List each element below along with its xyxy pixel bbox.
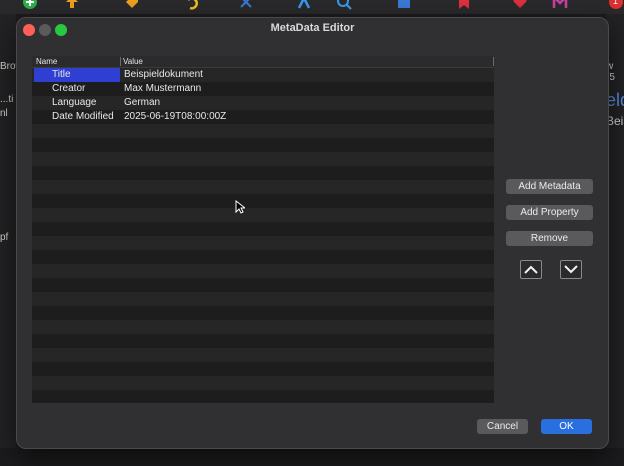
table-row bbox=[32, 236, 494, 250]
table-row bbox=[32, 278, 494, 292]
add-property-button[interactable]: Add Property bbox=[506, 205, 593, 220]
table-row bbox=[32, 390, 494, 403]
lambda-icon bbox=[296, 0, 312, 10]
table-row bbox=[32, 334, 494, 348]
table-row bbox=[32, 222, 494, 236]
table-row bbox=[32, 166, 494, 180]
cell-name[interactable]: Language bbox=[52, 96, 97, 110]
table-row bbox=[32, 194, 494, 208]
column-divider bbox=[493, 57, 494, 66]
table-row[interactable]: Title Beispieldokument bbox=[32, 68, 494, 82]
cell-name[interactable]: Creator bbox=[52, 82, 85, 96]
column-divider[interactable] bbox=[120, 57, 121, 66]
notification-badge: 1 bbox=[608, 0, 624, 10]
metadata-table[interactable]: Name Value Title Beispieldokument Creator M… bbox=[32, 56, 494, 403]
left-text: ...ti bbox=[0, 94, 14, 105]
chevron-up-icon bbox=[524, 265, 538, 274]
table-body: Title Beispieldokument Creator Max Musterma… bbox=[32, 68, 494, 403]
table-row bbox=[32, 152, 494, 166]
column-header-value[interactable]: Value bbox=[123, 56, 143, 67]
heart-icon bbox=[512, 0, 528, 10]
remove-button[interactable]: Remove bbox=[506, 231, 593, 246]
cell-value[interactable]: German bbox=[124, 96, 160, 110]
table-row bbox=[32, 250, 494, 264]
table-row bbox=[32, 180, 494, 194]
cell-value[interactable]: Beispieldokument bbox=[124, 68, 203, 82]
chevron-down-icon bbox=[564, 265, 578, 274]
undo-icon bbox=[184, 0, 200, 10]
cut-icon bbox=[238, 0, 254, 10]
background-toolbar: 1 bbox=[0, 0, 624, 14]
table-header: Name Value bbox=[32, 56, 494, 68]
move-up-button[interactable] bbox=[520, 260, 542, 279]
background-bottom bbox=[0, 448, 624, 466]
table-row bbox=[32, 208, 494, 222]
cell-value[interactable]: Max Mustermann bbox=[124, 82, 201, 96]
table-row bbox=[32, 124, 494, 138]
search-icon bbox=[336, 0, 352, 10]
table-row bbox=[32, 376, 494, 390]
cancel-button[interactable]: Cancel bbox=[477, 419, 528, 434]
table-row bbox=[32, 138, 494, 152]
mouse-cursor-icon bbox=[235, 199, 247, 219]
tag-icon bbox=[124, 0, 140, 10]
table-row[interactable]: Creator Max Mustermann bbox=[32, 82, 494, 96]
upload-icon bbox=[64, 0, 80, 10]
table-row[interactable]: Language German bbox=[32, 96, 494, 110]
add-metadata-button[interactable]: Add Metadata bbox=[506, 179, 593, 194]
table-row[interactable]: Date Modified 2025-06-19T08:00:00Z bbox=[32, 110, 494, 124]
dialog-title: MetaData Editor bbox=[270, 22, 355, 34]
metadata-editor-dialog: MetaData Editor Name Value Title Beispiel… bbox=[16, 17, 609, 449]
selection-highlight bbox=[34, 68, 120, 82]
bookmark-icon bbox=[456, 0, 472, 10]
column-header-name[interactable]: Name bbox=[36, 56, 57, 67]
move-down-button[interactable] bbox=[560, 260, 582, 279]
add-icon bbox=[22, 0, 38, 10]
table-row bbox=[32, 320, 494, 334]
table-row bbox=[32, 292, 494, 306]
ok-button[interactable]: OK bbox=[541, 419, 592, 434]
left-text: nl bbox=[0, 108, 8, 119]
background-left-pane: Brov ...ti nl pf bbox=[0, 14, 21, 466]
table-row bbox=[32, 348, 494, 362]
cell-name[interactable]: Title bbox=[52, 68, 71, 82]
cell-value[interactable]: 2025-06-19T08:00:00Z bbox=[124, 110, 226, 124]
cell-name[interactable]: Date Modified bbox=[52, 110, 114, 124]
table-row bbox=[32, 264, 494, 278]
calculator-icon bbox=[396, 0, 412, 10]
title-bar: MetaData Editor bbox=[17, 18, 608, 40]
m-icon bbox=[552, 0, 568, 10]
table-row bbox=[32, 362, 494, 376]
left-text: pf bbox=[0, 232, 9, 243]
badge-count: 1 bbox=[613, 0, 619, 6]
table-row bbox=[32, 306, 494, 320]
